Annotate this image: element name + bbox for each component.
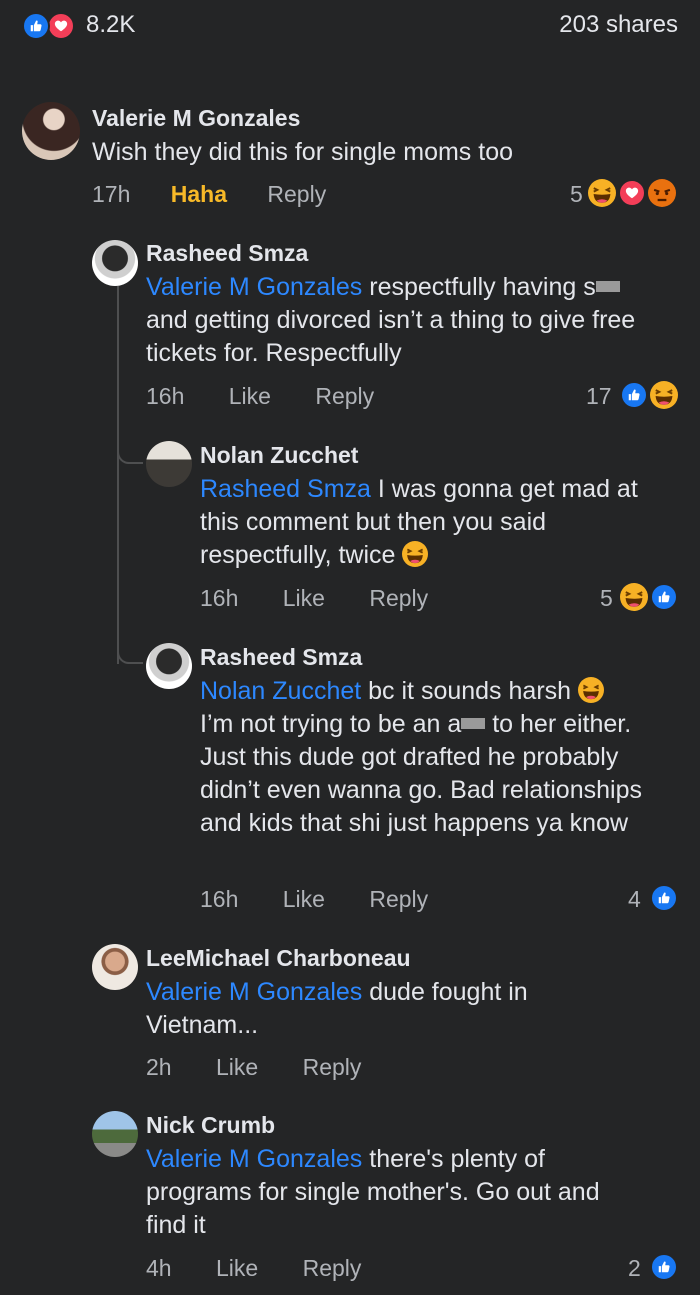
- mention-link[interactable]: Valerie M Gonzales: [146, 978, 362, 1006]
- comment-author[interactable]: Valerie M Gonzales: [92, 105, 300, 132]
- mention-link[interactable]: Valerie M Gonzales: [146, 1145, 362, 1173]
- reply-button[interactable]: Reply: [303, 1054, 362, 1081]
- top-reaction-icons[interactable]: [22, 12, 84, 42]
- avatar[interactable]: [92, 944, 138, 990]
- angry-icon: [648, 179, 676, 207]
- like-icon: [650, 583, 678, 611]
- comment-author[interactable]: Nolan Zucchet: [200, 442, 358, 469]
- comment-time[interactable]: 16h: [146, 383, 184, 410]
- thread-line: [117, 286, 119, 466]
- reply-button[interactable]: Reply: [267, 181, 326, 208]
- comment-author[interactable]: Rasheed Smza: [200, 644, 362, 671]
- comment-actions: 16h Like Reply: [200, 585, 428, 612]
- comment-reactions[interactable]: [588, 179, 680, 209]
- like-button[interactable]: Like: [283, 585, 325, 612]
- reaction-count[interactable]: 17: [586, 383, 612, 410]
- reply-button[interactable]: Reply: [369, 886, 428, 913]
- reaction-count[interactable]: 4: [628, 886, 641, 913]
- redaction-block: [461, 717, 486, 729]
- mention-link[interactable]: Rasheed Smza: [200, 475, 371, 503]
- avatar[interactable]: [146, 643, 192, 689]
- comment-text: Valerie M Gonzales respectfully having s…: [146, 273, 636, 367]
- like-icon: [650, 884, 678, 912]
- avatar[interactable]: [92, 1111, 138, 1157]
- reply-button[interactable]: Reply: [315, 383, 374, 410]
- laughing-emoji-icon: [578, 677, 604, 703]
- like-button[interactable]: Like: [229, 383, 271, 410]
- mention-link[interactable]: Nolan Zucchet: [200, 677, 361, 705]
- comment-time[interactable]: 16h: [200, 585, 238, 612]
- comment-text: Rasheed Smza I was gonna get mad at this…: [200, 475, 638, 569]
- haha-icon: [650, 381, 678, 409]
- comment-actions: 4h Like Reply: [146, 1255, 361, 1282]
- haha-emoji-icon: [402, 541, 428, 567]
- haha-reaction-button[interactable]: Haha: [171, 181, 227, 208]
- love-icon: [47, 12, 75, 40]
- comment-reactions[interactable]: [650, 1253, 680, 1283]
- thread-line: [117, 464, 119, 664]
- haha-icon: [620, 583, 648, 611]
- reaction-total[interactable]: 8.2K: [86, 11, 135, 39]
- reaction-count[interactable]: 5: [570, 181, 583, 208]
- post-reactions-bar: 8.2K 203 shares: [0, 0, 700, 56]
- comment-time[interactable]: 2h: [146, 1054, 172, 1081]
- reaction-count[interactable]: 2: [628, 1255, 641, 1282]
- comment-author[interactable]: Nick Crumb: [146, 1112, 275, 1139]
- comment-author[interactable]: LeeMichael Charboneau: [146, 945, 411, 972]
- like-button[interactable]: Like: [216, 1255, 258, 1282]
- comment-time[interactable]: 17h: [92, 181, 130, 208]
- shares-count[interactable]: 203 shares: [559, 11, 678, 39]
- love-icon: [618, 179, 646, 207]
- like-icon: [650, 1253, 678, 1281]
- comment-text: Wish they did this for single moms too: [92, 138, 513, 166]
- comment-text: Nolan Zucchet bc it sounds harsh I’m not…: [200, 677, 642, 837]
- comment-text: Valerie M Gonzales there's plenty of pro…: [146, 1145, 600, 1239]
- comment-text: Valerie M Gonzales dude fought in Vietna…: [146, 978, 528, 1039]
- reply-button[interactable]: Reply: [303, 1255, 362, 1282]
- comment-time[interactable]: 4h: [146, 1255, 172, 1282]
- comment-reactions[interactable]: [650, 884, 680, 914]
- like-icon: [620, 381, 648, 409]
- comment-author[interactable]: Rasheed Smza: [146, 240, 308, 267]
- reaction-count[interactable]: 5: [600, 585, 613, 612]
- thread-connector: [117, 440, 143, 464]
- like-button[interactable]: Like: [216, 1054, 258, 1081]
- comment-actions: 2h Like Reply: [146, 1054, 361, 1081]
- comment-time[interactable]: 16h: [200, 886, 238, 913]
- comment-reactions[interactable]: [620, 381, 680, 411]
- thread-connector: [117, 640, 143, 664]
- avatar[interactable]: [92, 240, 138, 286]
- avatar[interactable]: [146, 441, 192, 487]
- like-button[interactable]: Like: [283, 886, 325, 913]
- comment-actions: 16h Like Reply: [200, 886, 428, 913]
- avatar[interactable]: [22, 102, 80, 160]
- haha-icon: [588, 179, 616, 207]
- mention-link[interactable]: Valerie M Gonzales: [146, 273, 362, 301]
- reply-button[interactable]: Reply: [369, 585, 428, 612]
- comment-actions: 16h Like Reply: [146, 383, 374, 410]
- comment-reactions[interactable]: [620, 583, 680, 613]
- like-icon: [22, 12, 50, 40]
- comment-actions: 17h Haha Reply: [92, 181, 326, 208]
- redaction-block: [595, 280, 620, 292]
